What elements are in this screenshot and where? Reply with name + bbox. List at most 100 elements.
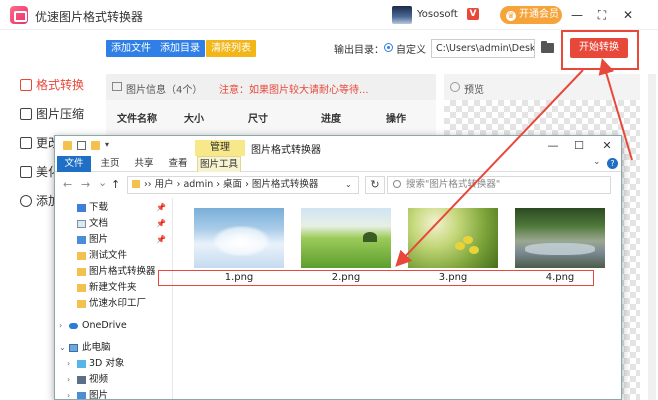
info-title: 图片信息（4个） [126, 85, 203, 96]
pictures-icon [77, 236, 86, 244]
file-list: 1.png 2.png 3.png 4.png [174, 198, 621, 399]
app-logo-icon [10, 6, 28, 24]
column-header-progress: 进度 [321, 114, 341, 125]
output-path-field[interactable]: C:\Users\admin\Deskto [431, 39, 535, 58]
close-button[interactable]: ✕ [619, 6, 637, 24]
cube-icon [77, 360, 86, 368]
info-tip: 注意：如果图片较大请耐心等待... [219, 85, 369, 96]
vip-button[interactable]: ♛ 开通会员 [500, 6, 562, 24]
expand-icon[interactable]: › [67, 388, 70, 399]
sidebar-item-test-files[interactable]: 测试文件 [55, 248, 172, 264]
pin-icon[interactable]: 📌 [156, 200, 166, 216]
nav-label: 图片压缩 [36, 107, 85, 121]
compress-icon [20, 108, 32, 120]
file-thumbnail-3[interactable] [408, 208, 498, 268]
maximize-button[interactable]: ⛶ [593, 6, 611, 24]
tab-file[interactable]: 文件 [57, 156, 91, 172]
download-icon [77, 204, 86, 212]
navigation-pane: 下载 📌 文档 📌 图片 📌 测试文件 图片格式转换器 新建文件夹 优速水印工厂 [55, 198, 173, 399]
file-thumbnail-2[interactable] [301, 208, 391, 268]
file-thumbnail-1[interactable] [194, 208, 284, 268]
custom-radio[interactable] [384, 43, 393, 52]
user-name[interactable]: Yososoft [417, 9, 458, 20]
pin-icon[interactable]: 📌 [156, 232, 166, 248]
sidebar-item-onedrive[interactable]: › OneDrive [55, 318, 172, 334]
info-header: 图片信息（4个） 注意：如果图片较大请耐心等待... [106, 74, 436, 100]
folder-icon [77, 300, 86, 308]
sidebar-item-label: 3D 对象 [89, 358, 125, 369]
crown-icon: ♛ [506, 11, 516, 21]
sidebar-item-watermark[interactable]: 优速水印工厂 [55, 296, 172, 312]
file-thumbnail-4[interactable] [515, 208, 605, 268]
expand-icon[interactable]: › [67, 372, 70, 388]
convert-icon [20, 79, 32, 91]
folder-icon [77, 252, 86, 260]
sidebar-item-label: 优速水印工厂 [89, 298, 147, 309]
scrollbar[interactable] [648, 74, 656, 400]
sidebar-item-documents[interactable]: 文档 📌 [55, 216, 172, 232]
sidebar-item-label: 下载 [89, 202, 109, 213]
app-title: 优速图片格式转换器 [35, 10, 144, 24]
explorer-title: 图片格式转换器 [251, 145, 321, 156]
ribbon-expand-icon[interactable]: ⌄ [593, 157, 601, 167]
user-avatar[interactable] [392, 6, 412, 24]
collapse-icon[interactable]: ⌄ [59, 340, 66, 356]
explorer-titlebar: ▾ 管理 图片格式转换器 — ☐ ✕ [55, 136, 621, 156]
refresh-button[interactable]: ↻ [365, 176, 385, 194]
document-icon [77, 220, 86, 228]
sidebar-item-this-pc[interactable]: ⌄ 此电脑 [55, 340, 172, 356]
image-icon [112, 82, 122, 91]
sidebar-item-label: 图片 [89, 234, 109, 245]
minimize-button[interactable]: — [568, 6, 586, 24]
tab-view[interactable]: 查看 [165, 156, 191, 172]
properties-icon[interactable] [77, 141, 86, 150]
output-dir-label: 输出目录： [334, 45, 384, 56]
sidebar-item-new-folder[interactable]: 新建文件夹 [55, 280, 172, 296]
pictures-icon [77, 392, 86, 399]
pin-icon[interactable]: 📌 [156, 216, 166, 232]
folder-icon [77, 284, 86, 292]
up-button[interactable]: ↑ [111, 178, 120, 191]
sidebar-item-label: 图片格式转换器 [89, 266, 156, 277]
address-dropdown-icon[interactable]: ⌄ [345, 180, 352, 189]
help-icon[interactable]: ? [607, 158, 618, 169]
vip-mark-icon: V [467, 8, 479, 20]
address-field[interactable]: ›› 用户 › admin › 桌面 › 图片格式转换器 [127, 176, 359, 194]
sidebar-item-pictures-pc[interactable]: › 图片 [55, 388, 172, 399]
nav-label: 格式转换 [36, 78, 85, 92]
custom-radio-label[interactable]: 自定义 [396, 41, 426, 56]
recent-locations-button[interactable]: ⌄ [98, 176, 107, 189]
nav-item-format-convert[interactable]: 格式转换 [20, 76, 84, 94]
expand-icon[interactable]: › [67, 356, 70, 372]
search-input[interactable]: 搜索"图片格式转换器" [387, 176, 611, 194]
tab-picture-tools[interactable]: 图片工具 [197, 156, 241, 172]
sidebar-item-videos[interactable]: › 视频 [55, 372, 172, 388]
search-placeholder: 搜索"图片格式转换器" [406, 179, 501, 190]
folder-icon [63, 141, 72, 150]
tab-home[interactable]: 主页 [97, 156, 123, 172]
quick-access-dropdown-icon[interactable]: ▾ [105, 140, 109, 149]
forward-button[interactable]: → [81, 178, 90, 191]
sidebar-item-label: 视频 [89, 374, 109, 385]
new-folder-icon[interactable] [91, 141, 100, 150]
sidebar-item-3d-objects[interactable]: › 3D 对象 [55, 356, 172, 372]
explorer-maximize-button[interactable]: ☐ [567, 139, 591, 152]
tab-manage[interactable]: 管理 [195, 140, 245, 156]
sidebar-item-pictures[interactable]: 图片 📌 [55, 232, 172, 248]
sidebar-item-label: 此电脑 [82, 342, 111, 353]
back-button[interactable]: ← [63, 178, 72, 191]
explorer-minimize-button[interactable]: — [541, 139, 565, 152]
sidebar-item-downloads[interactable]: 下载 📌 [55, 200, 172, 216]
expand-icon[interactable]: › [59, 318, 62, 334]
folder-icon[interactable] [541, 41, 554, 53]
add-folder-button[interactable]: 添加目录 [155, 40, 205, 57]
resize-icon [20, 137, 32, 149]
sidebar-item-label: 测试文件 [89, 250, 128, 261]
add-file-button[interactable]: 添加文件 [106, 40, 156, 57]
nav-item-compress[interactable]: 图片压缩 [20, 105, 84, 123]
file-explorer-window: ▾ 管理 图片格式转换器 — ☐ ✕ 文件 主页 共享 查看 图片工具 ⌄ ? … [54, 135, 622, 400]
tab-share[interactable]: 共享 [131, 156, 157, 172]
explorer-close-button[interactable]: ✕ [595, 139, 619, 152]
clear-list-button[interactable]: 清除列表 [206, 40, 256, 57]
sidebar-item-converter-folder[interactable]: 图片格式转换器 [55, 264, 172, 280]
